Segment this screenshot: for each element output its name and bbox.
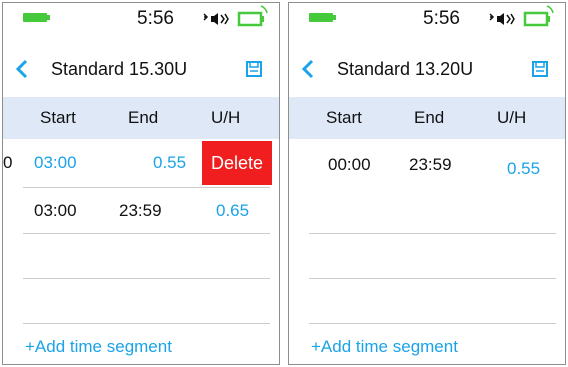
title-bar: Standard 15.30U <box>3 51 279 87</box>
save-icon[interactable] <box>532 61 548 77</box>
add-time-segment-link[interactable]: +Add time segment <box>25 337 172 357</box>
divider <box>23 278 270 279</box>
header-start: Start <box>326 108 362 127</box>
divider <box>309 278 556 279</box>
header-end: End <box>414 108 445 127</box>
row-end[interactable]: 23:59 <box>119 201 162 221</box>
title-bar: Standard 13.20U <box>289 51 565 87</box>
divider <box>23 323 270 324</box>
battery-outline-icon <box>237 5 268 27</box>
chevron-left-icon[interactable] <box>301 59 315 79</box>
left-screen: 5:56 Standard 15.30U Start End U/H 0 03:… <box>2 2 280 365</box>
right-screen: 5:56 Standard 13.20U Start End U/H 00:00… <box>288 2 566 365</box>
table-header: Start End U/H <box>3 97 279 139</box>
page-title: Standard 13.20U <box>337 59 474 79</box>
divider <box>309 323 556 324</box>
divider <box>23 187 270 188</box>
speaker-mute-icon <box>203 13 229 25</box>
header-rate: U/H <box>497 108 527 127</box>
row-rate[interactable]: 0.55 <box>507 159 540 179</box>
row-end[interactable]: 23:59 <box>409 155 452 175</box>
battery-level-icon <box>23 13 47 22</box>
battery-tip <box>47 15 50 20</box>
page-title: Standard 15.30U <box>51 59 188 79</box>
save-icon[interactable] <box>246 61 262 77</box>
row-end[interactable]: 03:00 <box>34 153 77 173</box>
row-start: 0 <box>3 153 13 172</box>
clock: 5:56 <box>423 8 460 29</box>
row-rate[interactable]: 0.65 <box>216 201 249 221</box>
battery-outline-icon <box>523 5 554 27</box>
header-end: End <box>128 108 159 127</box>
battery-tip <box>333 15 336 20</box>
header-rate: U/H <box>211 108 241 127</box>
status-bar: 5:56 <box>3 3 279 41</box>
table-header: Start End U/H <box>289 97 565 139</box>
divider <box>309 233 556 234</box>
status-bar: 5:56 <box>289 3 565 41</box>
header-start: Start <box>40 108 76 127</box>
delete-button[interactable]: Delete <box>202 141 272 185</box>
clock: 5:56 <box>137 8 174 29</box>
row-start[interactable]: 03:00 <box>34 201 77 221</box>
battery-level-icon <box>309 13 333 22</box>
table-row[interactable]: 00:00 23:59 0.55 <box>289 143 565 188</box>
divider <box>23 233 270 234</box>
add-time-segment-link[interactable]: +Add time segment <box>311 337 458 357</box>
row-start[interactable]: 00:00 <box>328 155 371 175</box>
chevron-left-icon[interactable] <box>15 59 29 79</box>
table-row[interactable]: 03:00 23:59 0.65 <box>3 189 279 234</box>
speaker-mute-icon <box>489 13 515 25</box>
row-rate[interactable]: 0.55 <box>153 153 186 173</box>
